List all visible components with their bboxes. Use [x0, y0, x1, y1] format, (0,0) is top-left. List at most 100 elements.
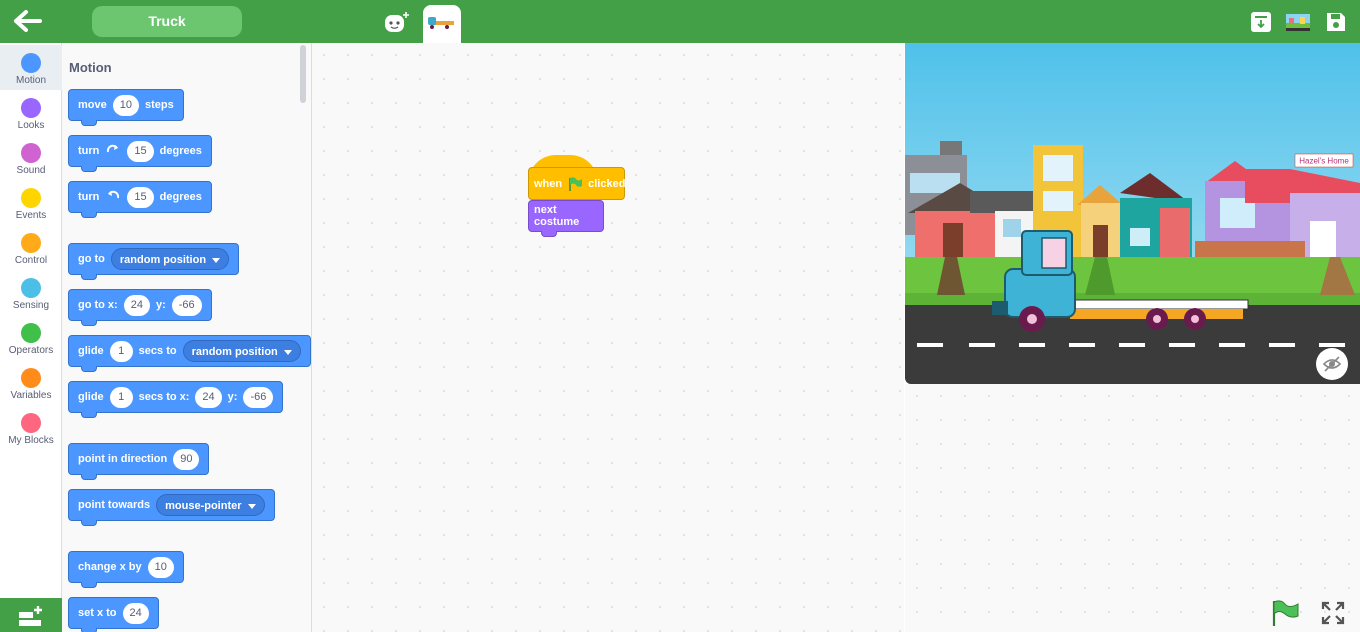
project-title[interactable]: Truck — [92, 6, 242, 37]
add-extension-button[interactable] — [0, 598, 62, 632]
block-text: turn — [78, 145, 100, 157]
rotate-left-icon — [105, 189, 121, 205]
category-events[interactable]: Events — [0, 180, 62, 225]
category-sound[interactable]: Sound — [0, 135, 62, 180]
block-text: set x to — [78, 607, 117, 619]
category-label: Looks — [17, 120, 45, 131]
sensing-dot-icon — [21, 278, 41, 298]
block-move-steps[interactable]: move 10 steps — [68, 89, 184, 126]
block-text: degrees — [159, 145, 202, 157]
top-bar: Truck — [0, 0, 1360, 43]
target-dropdown[interactable]: random position — [182, 340, 301, 362]
target-dropdown[interactable]: random position — [110, 248, 230, 270]
category-label: Sound — [16, 165, 46, 176]
block-text: go to x: — [78, 299, 118, 311]
steps-input[interactable]: 10 — [112, 94, 139, 116]
x-input[interactable]: 24 — [123, 294, 150, 316]
hide-stage-eye-icon[interactable] — [1316, 348, 1348, 380]
save-icon[interactable] — [1325, 11, 1347, 33]
block-text: secs to — [138, 345, 177, 357]
category-my-blocks[interactable]: My Blocks — [0, 405, 62, 450]
script-area[interactable]: when clicked next costume — [312, 43, 904, 632]
category-menu: Motion Looks Sound Events Control Sensin… — [0, 43, 62, 632]
y-input[interactable]: -66 — [243, 386, 274, 408]
stage[interactable]: Hazel's Home — [905, 43, 1360, 384]
rotate-right-icon — [105, 143, 121, 159]
category-sensing[interactable]: Sensing — [0, 270, 62, 315]
variables-dot-icon — [21, 368, 41, 388]
category-looks[interactable]: Looks — [0, 90, 62, 135]
block-point-towards[interactable]: point towards mouse-pointer — [68, 489, 275, 526]
when-flag-clicked-block[interactable]: when clicked — [528, 167, 625, 200]
x-change-input[interactable]: 10 — [147, 556, 174, 578]
block-text: glide — [78, 345, 104, 357]
block-text: turn — [78, 191, 100, 203]
block-glide-to[interactable]: glide 1 secs to random position — [68, 335, 311, 372]
direction-input[interactable]: 90 — [173, 448, 200, 470]
category-label: My Blocks — [8, 435, 54, 446]
operators-dot-icon — [21, 323, 41, 343]
degrees-input[interactable]: 15 — [127, 140, 154, 162]
block-text: degrees — [159, 191, 202, 203]
motion-dot-icon — [21, 53, 41, 73]
green-flag-icon — [567, 176, 583, 192]
category-label: Sensing — [12, 300, 50, 311]
block-text: move — [78, 99, 107, 111]
block-text: y: — [155, 299, 166, 311]
block-point-direction[interactable]: point in direction 90 — [68, 443, 210, 480]
x-value-input[interactable]: 24 — [122, 602, 149, 624]
sprite-tab-truck[interactable] — [423, 5, 461, 43]
secs-input[interactable]: 1 — [109, 386, 133, 408]
block-change-x[interactable]: change x by 10 — [68, 551, 184, 588]
hazels-home-sign: Hazel's Home — [1299, 157, 1349, 166]
palette-scrollbar[interactable] — [300, 45, 306, 103]
caret-down-icon — [212, 257, 221, 263]
towards-dropdown[interactable]: mouse-pointer — [156, 494, 265, 516]
next-costume-block[interactable]: next costume — [528, 200, 604, 237]
block-text: y: — [227, 391, 238, 403]
block-go-to-xy[interactable]: go to x: 24 y: -66 — [68, 289, 212, 326]
block-text: point in direction — [78, 453, 168, 465]
block-turn-right[interactable]: turn 15 degrees — [68, 135, 212, 172]
block-text: when — [534, 177, 563, 190]
my-blocks-dot-icon — [21, 413, 41, 433]
block-turn-left[interactable]: turn 15 degrees — [68, 181, 212, 218]
category-label: Variables — [10, 390, 52, 401]
block-text: go to — [78, 253, 105, 265]
category-operators[interactable]: Operators — [0, 315, 62, 360]
block-glide-xy[interactable]: glide 1 secs to x: 24 y: -66 — [68, 381, 284, 418]
category-label: Events — [15, 210, 47, 221]
block-go-to[interactable]: go to random position — [68, 243, 240, 280]
control-dot-icon — [21, 233, 41, 253]
stage-panel-background — [905, 384, 1360, 632]
green-flag-run-icon[interactable] — [1270, 599, 1300, 627]
back-arrow-icon[interactable] — [12, 8, 46, 34]
category-label: Operators — [8, 345, 54, 356]
block-set-x[interactable]: set x to 24 — [68, 597, 159, 632]
block-text: glide — [78, 391, 104, 403]
block-text: change x by — [78, 561, 142, 573]
category-label: Control — [14, 255, 48, 266]
sound-dot-icon — [21, 143, 41, 163]
add-sprite-icon[interactable] — [382, 10, 410, 36]
degrees-input[interactable]: 15 — [127, 186, 154, 208]
stage-backdrop-icon[interactable] — [1286, 11, 1310, 33]
fullscreen-icon[interactable] — [1321, 601, 1345, 625]
block-text: next costume — [534, 204, 580, 228]
y-input[interactable]: -66 — [171, 294, 202, 316]
block-text: secs to x: — [138, 391, 190, 403]
category-control[interactable]: Control — [0, 225, 62, 270]
category-motion[interactable]: Motion — [0, 45, 62, 90]
category-label: Motion — [15, 75, 46, 86]
category-variables[interactable]: Variables — [0, 360, 62, 405]
download-icon[interactable] — [1250, 11, 1272, 33]
events-dot-icon — [21, 188, 41, 208]
palette-section-title: Motion — [69, 60, 112, 75]
x-input[interactable]: 24 — [195, 386, 222, 408]
block-text: clicked — [588, 177, 626, 190]
block-text: steps — [145, 99, 174, 111]
caret-down-icon — [283, 349, 292, 355]
secs-input[interactable]: 1 — [109, 340, 133, 362]
caret-down-icon — [247, 503, 256, 509]
stage-scene: Hazel's Home — [905, 43, 1360, 384]
